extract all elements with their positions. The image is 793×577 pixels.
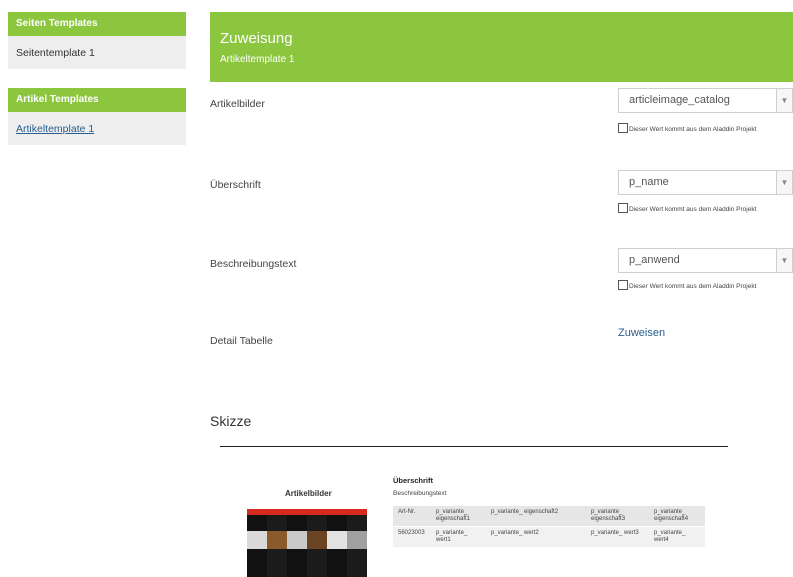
checkbox-label: Dieser Wert kommt aus dem Aladdin Projek…	[629, 283, 757, 290]
ueberschrift-aladdin-option: Dieser Wert kommt aus dem Aladdin Projek…	[618, 203, 790, 215]
artikelbilder-select[interactable]: articleimage_catalog ▼	[618, 88, 793, 113]
beschreibungstext-select-value: p_anwend	[629, 254, 680, 266]
sketch-description: Beschreibungstext	[393, 490, 447, 497]
chevron-down-icon: ▼	[776, 89, 792, 112]
ueberschrift-select[interactable]: p_name ▼	[618, 170, 793, 195]
assign-link[interactable]: Zuweisen	[618, 327, 665, 339]
checkbox-label: Dieser Wert kommt aus dem Aladdin Projek…	[629, 206, 757, 213]
assignment-header: Zuweisung Artikeltemplate 1	[210, 12, 793, 82]
artikelbilder-select-value: articleimage_catalog	[629, 94, 730, 106]
beschreibungstext-aladdin-option: Dieser Wert kommt aus dem Aladdin Projek…	[618, 280, 790, 292]
table-cell: p_variante_ wert3	[586, 526, 649, 548]
sketch-title: Skizze	[210, 413, 252, 429]
artikelbilder-aladdin-option: Dieser Wert kommt aus dem Aladdin Projek…	[618, 123, 790, 135]
table-header-row: Art-Nr. p_variante_ eigenschaft1 p_varia…	[393, 506, 705, 527]
checkbox-label: Dieser Wert kommt aus dem Aladdin Projek…	[629, 126, 757, 133]
page-subtitle: Artikeltemplate 1	[220, 54, 295, 65]
divider	[220, 446, 728, 447]
table-header-cell: p_variante_ eigenschaft1	[431, 506, 486, 527]
sidebar-heading-page-templates: Seiten Templates	[8, 12, 186, 36]
beschreibungstext-select[interactable]: p_anwend ▼	[618, 248, 793, 273]
field-label-detail-tabelle: Detail Tabelle	[210, 335, 273, 347]
checkbox-icon[interactable]	[618, 280, 628, 290]
table-header-cell: p_variante_ eigenschaft2	[486, 506, 586, 527]
field-label-ueberschrift: Überschrift	[210, 179, 261, 191]
sidebar-item-article-template-1[interactable]: Artikeltemplate 1	[8, 112, 186, 145]
chevron-down-icon: ▼	[776, 171, 792, 194]
table-row: 56023003 p_variante_ wert1 p_variante_ w…	[393, 526, 705, 548]
field-label-artikelbilder: Artikelbilder	[210, 98, 265, 110]
chevron-down-icon: ▼	[776, 249, 792, 272]
sketch-image-label: Artikelbilder	[285, 489, 332, 498]
table-header-cell: Art-Nr.	[393, 506, 431, 527]
table-cell: p_variante_ wert4	[649, 526, 705, 548]
sketch-detail-table: Art-Nr. p_variante_ eigenschaft1 p_varia…	[393, 506, 705, 548]
field-label-beschreibungstext: Beschreibungstext	[210, 258, 297, 270]
sketch-heading: Überschrift	[393, 476, 434, 485]
table-header-cell: p_variante_ eigenschaft4	[649, 506, 705, 527]
ueberschrift-select-value: p_name	[629, 176, 669, 188]
table-cell: p_variante_ wert2	[486, 526, 586, 548]
page-title: Zuweisung	[220, 30, 293, 47]
sidebar-heading-article-templates: Artikel Templates	[8, 88, 186, 112]
sidebar-item-page-template-1[interactable]: Seitentemplate 1	[8, 36, 186, 69]
table-cell: 56023003	[393, 526, 431, 548]
checkbox-icon[interactable]	[618, 123, 628, 133]
table-cell: p_variante_ wert1	[431, 526, 486, 548]
table-header-cell: p_variante_ eigenschaft3	[586, 506, 649, 527]
product-bottles-image	[247, 509, 367, 577]
checkbox-icon[interactable]	[618, 203, 628, 213]
